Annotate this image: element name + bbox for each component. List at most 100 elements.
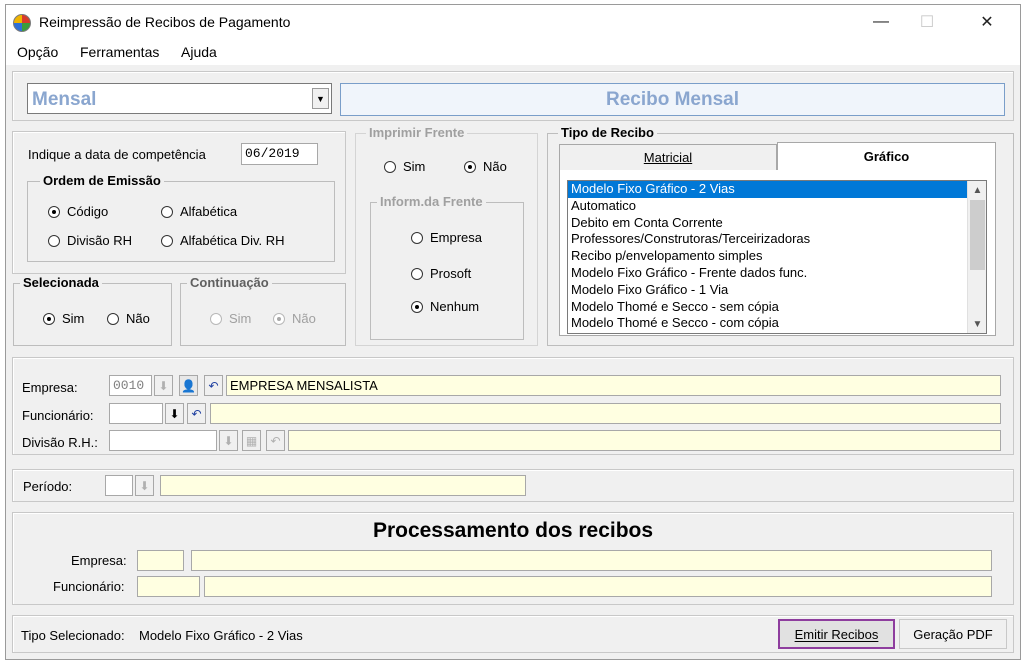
undo-icon[interactable]: ↶ [187,403,206,424]
proc-empresa-name [191,550,992,571]
tab-content: Modelo Fixo Gráfico - 2 Vias Automatico De… [559,170,996,336]
proc-funcionario-name [204,576,992,597]
divisao-code-input[interactable] [109,430,217,451]
menu-ferramentas[interactable]: Ferramentas [80,44,159,60]
competencia-panel: Indique a data de competência 06/2019 Or… [12,131,346,274]
radio-selecionada-sim[interactable]: Sim [43,311,84,326]
radio-dot [411,231,423,244]
tipo-recibo-legend: Tipo de Recibo [558,125,657,140]
radio-dot [48,234,60,247]
listbox-scrollbar[interactable]: ▲ ▼ [967,181,986,333]
download-icon[interactable]: ⬇ [219,430,238,451]
empresa-label: Empresa: [22,380,78,395]
radio-dot [464,160,476,173]
divisao-label: Divisão R.H.: [22,435,98,450]
filters-panel: Empresa: 0010 ⬇ 👤 ↶ EMPRESA MENSALISTA F… [12,357,1014,455]
periodo-panel: Período: ⬇ [12,469,1014,502]
tab-matricial[interactable]: Matricial [559,144,777,170]
status-panel: Tipo Selecionado: Modelo Fixo Gráfico - … [12,615,1014,653]
radio-continuacao-sim[interactable]: Sim [210,311,251,326]
download-icon[interactable]: ⬇ [135,475,154,496]
radio-dot [43,312,55,325]
type-select[interactable]: Mensal ▼ [27,83,332,114]
client-area: Mensal ▼ Recibo Mensal Indique a data de… [6,65,1020,659]
empresa-name-field: EMPRESA MENSALISTA [226,375,1001,396]
maximize-button[interactable]: ☐ [904,5,950,39]
tab-grafico[interactable]: Gráfico [777,142,996,170]
radio-imprimir-sim[interactable]: Sim [384,159,425,174]
scroll-down-icon[interactable]: ▼ [968,315,986,333]
radio-dot [411,267,423,280]
proc-empresa-label: Empresa: [71,553,127,568]
radio-alfabetica-div-rh[interactable]: Alfabética Div. RH [161,233,285,248]
search-person-icon[interactable]: 👤 [179,375,198,396]
radio-dot [411,300,423,313]
scroll-up-icon[interactable]: ▲ [968,181,986,199]
radio-divisao-rh[interactable]: Divisão RH [48,233,132,248]
radio-selecionada-nao[interactable]: Não [107,311,150,326]
download-icon[interactable]: ⬇ [154,375,173,396]
radio-dot [161,205,173,218]
radio-frente-nenhum[interactable]: Nenhum [411,299,479,314]
radio-codigo[interactable]: Código [48,204,108,219]
list-items: Modelo Fixo Gráfico - 2 Vias Automatico De… [568,181,986,332]
list-item[interactable]: Professores/Construtoras/Terceirizadoras [568,231,986,248]
status-label: Tipo Selecionado: [21,628,125,643]
menu-bar: Opção Ferramentas Ajuda [6,39,1020,65]
radio-dot [48,205,60,218]
periodo-code-input[interactable] [105,475,133,496]
proc-empresa-code [137,550,184,571]
chevron-down-icon[interactable]: ▼ [312,88,329,109]
processamento-panel: Processamento dos recibos Empresa: Funci… [12,512,1014,605]
close-button[interactable]: ✕ [964,5,1010,39]
menu-opcao[interactable]: Opção [17,44,58,60]
funcionario-label: Funcionário: [22,408,94,423]
radio-dot [210,312,222,325]
ordem-group: Ordem de Emissão Código Alfabética Divis… [27,173,335,262]
empresa-code-input[interactable]: 0010 [109,375,152,396]
radio-continuacao-nao[interactable]: Não [273,311,316,326]
list-item[interactable]: Modelo Fixo Gráfico - 2 Vias [568,181,986,198]
top-panel: Mensal ▼ Recibo Mensal [12,71,1014,121]
radio-imprimir-nao[interactable]: Não [464,159,507,174]
list-item[interactable]: Recibo p/envelopamento simples [568,248,986,265]
tipo-recibo-listbox[interactable]: Modelo Fixo Gráfico - 2 Vias Automatico De… [567,180,987,334]
geracao-pdf-button[interactable]: Geração PDF [899,619,1007,649]
list-item[interactable]: Modelo Thomé e Secco - sem cópia [568,299,986,316]
list-item[interactable]: Modelo Fixo Gráfico - Frente dados func. [568,265,986,282]
title-bar: Reimpressão de Recibos de Pagamento — ☐ … [6,5,1020,39]
radio-dot [273,312,285,325]
receipt-title-box: Recibo Mensal [340,83,1005,116]
radio-dot [107,312,119,325]
imprimir-frente-legend: Imprimir Frente [366,125,468,140]
scroll-thumb[interactable] [970,200,985,270]
list-item[interactable]: Debito em Conta Corrente [568,215,986,232]
radio-frente-prosoft[interactable]: Prosoft [411,266,471,281]
undo-icon[interactable]: ↶ [266,430,285,451]
list-item[interactable]: Modelo Fixo Gráfico - 1 Via [568,282,986,299]
download-icon[interactable]: ⬇ [165,403,184,424]
competencia-input[interactable]: 06/2019 [241,143,318,165]
undo-icon[interactable]: ↶ [204,375,223,396]
proc-funcionario-label: Funcionário: [53,579,125,594]
emitir-recibos-button[interactable]: Emitir Recibos [778,619,895,649]
radio-frente-empresa[interactable]: Empresa [411,230,482,245]
competencia-label: Indique a data de competência [28,147,206,162]
inform-frente-legend: Inform.da Frente [377,194,486,209]
periodo-name-field [160,475,526,496]
menu-ajuda[interactable]: Ajuda [181,44,217,60]
status-value: Modelo Fixo Gráfico - 2 Vias [139,628,303,643]
search-grid-icon[interactable]: ▦ [242,430,261,451]
continuacao-group: Continuação Sim Não [180,275,346,346]
minimize-button[interactable]: — [858,5,904,39]
main-window: Reimpressão de Recibos de Pagamento — ☐ … [5,4,1021,660]
funcionario-code-input[interactable] [109,403,163,424]
periodo-label: Período: [23,479,73,494]
tipo-recibo-group: Tipo de Recibo Matricial Gráfico Modelo … [547,125,1014,346]
list-item[interactable]: Modelo Thomé e Secco - com cópia [568,315,986,332]
list-item[interactable]: Automatico [568,198,986,215]
radio-alfabetica[interactable]: Alfabética [161,204,237,219]
radio-dot [384,160,396,173]
inform-frente-group: Inform.da Frente Empresa Prosoft Nenhum [370,194,524,340]
divisao-name-field [288,430,1001,451]
